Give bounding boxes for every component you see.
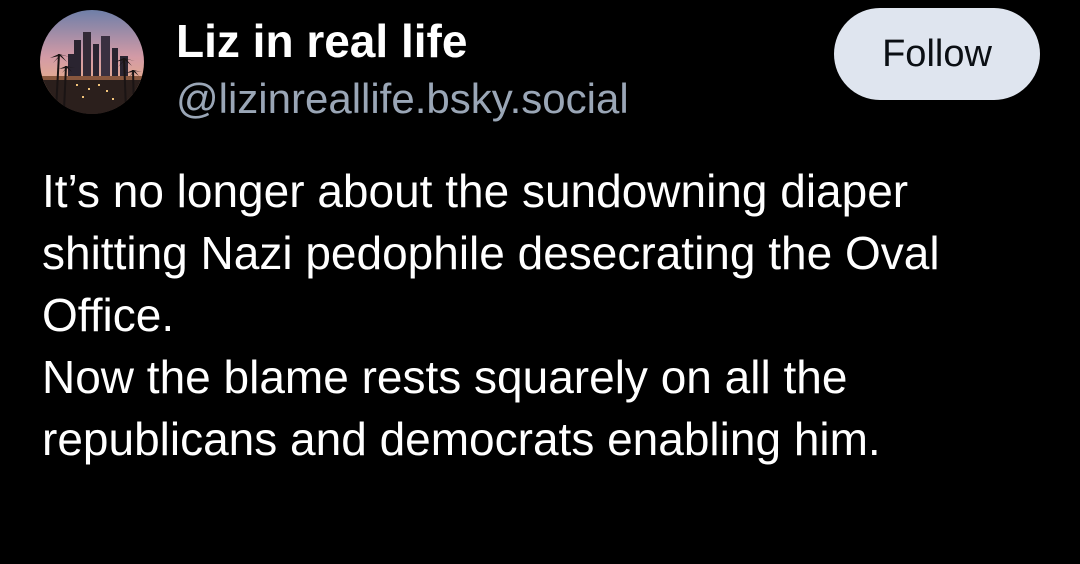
post-card: Liz in real life @lizinreallife.bsky.soc… xyxy=(0,0,1080,564)
author-handle[interactable]: @lizinreallife.bsky.social xyxy=(176,73,629,125)
post-text: It’s no longer about the sundowning diap… xyxy=(42,165,940,465)
author-display-name[interactable]: Liz in real life xyxy=(176,14,467,68)
follow-button[interactable]: Follow xyxy=(834,8,1040,100)
city-skyline-avatar-icon xyxy=(40,10,144,114)
author-avatar[interactable] xyxy=(40,10,144,114)
